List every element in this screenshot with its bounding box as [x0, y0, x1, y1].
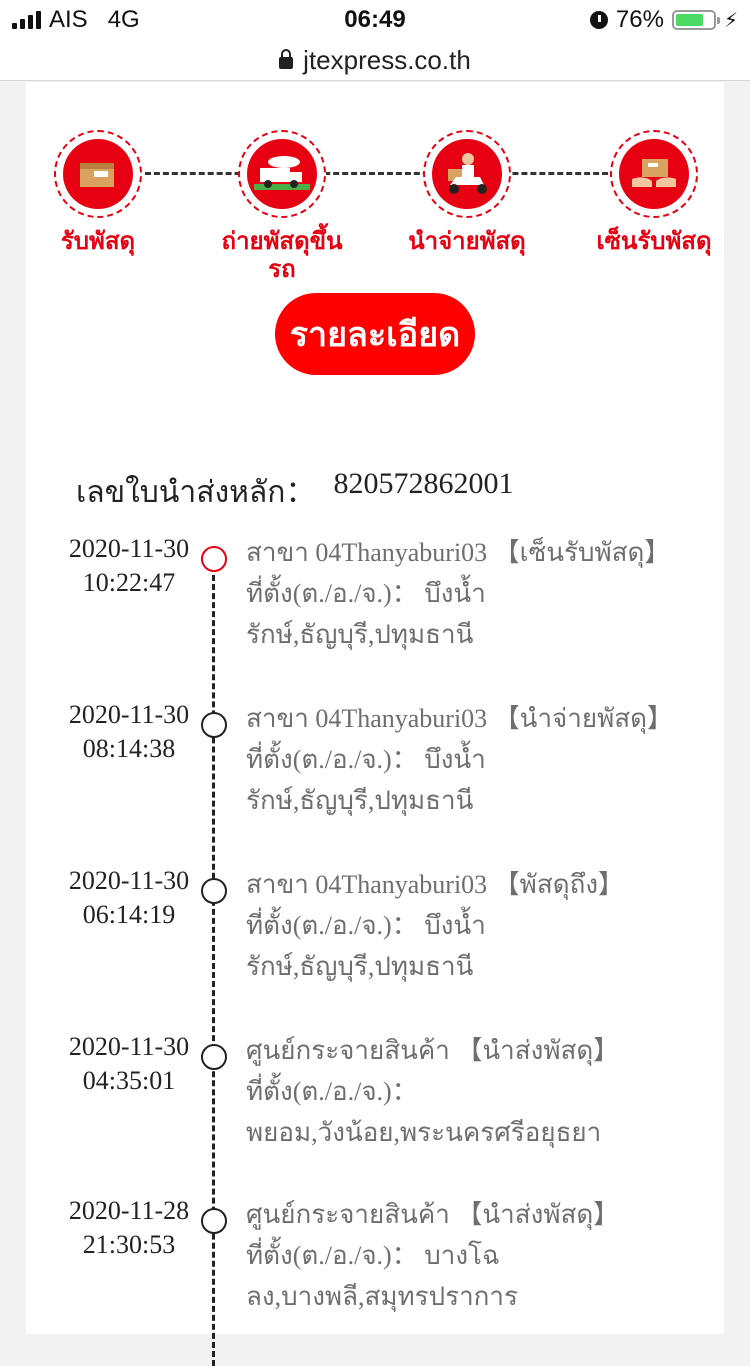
alarm-icon	[589, 11, 608, 29]
event-time: 21:30:53	[82, 1230, 176, 1259]
event-datetime: 2020-11-30 08:14:38	[54, 698, 204, 766]
step-label: ถ่ายพัสดุขึ้นรถ	[221, 228, 343, 283]
step-delivering: นำจ่ายพัสดุ	[392, 130, 542, 256]
main-tracking-value: 820572862001	[333, 467, 514, 500]
url-text: jtexpress.co.th	[303, 44, 471, 75]
main-tracking-number: เลขใบนำส่งหลัก： 820572862001	[76, 467, 513, 516]
step-label: เซ็นรับพัสดุ	[596, 228, 712, 255]
step-label: รับพัสดุ	[60, 228, 136, 255]
event-status: สาขา 04Thanyaburi03 【เซ็นรับพัสดุ】	[246, 538, 671, 567]
timeline-dashed-line	[212, 566, 215, 1366]
tracking-card: รับพัสดุ ถ่ายพัสดุขึ้นรถ นำจ่ายพัสดุ เซ็…	[23, 82, 724, 1366]
event-date: 2020-11-30	[68, 866, 190, 895]
battery-icon	[671, 10, 720, 30]
status-right: 76% ⚡	[589, 6, 738, 34]
event-status: สาขา 04Thanyaburi03 【นำจ่ายพัสดุ】	[246, 704, 674, 733]
event-details: ศูนย์กระจายสินค้า 【นำส่งพัสดุ】 ที่ตั้ง(ต…	[246, 1194, 706, 1317]
event-datetime: 2020-11-28 21:30:53	[54, 1194, 204, 1262]
event-location: ที่ตั้ง(ต./อ./จ.)： บึงน้ำรักษ์,ธัญบุรี,ป…	[246, 579, 486, 649]
event-datetime: 2020-11-30 10:22:47	[54, 532, 204, 600]
event-location: ที่ตั้ง(ต./อ./จ.)： พยอม,วังน้อย,พระนครศร…	[246, 1077, 602, 1147]
event-time: 08:14:38	[82, 734, 176, 763]
timeline-dot-active	[201, 546, 227, 572]
handover-icon	[619, 139, 689, 209]
event-date: 2020-11-30	[68, 700, 190, 729]
event-details: สาขา 04Thanyaburi03 【พัสดุถึง】 ที่ตั้ง(ต…	[246, 864, 706, 987]
event-date: 2020-11-30	[68, 1032, 190, 1061]
event-status: สาขา 04Thanyaburi03 【พัสดุถึง】	[246, 870, 625, 899]
event-details: สาขา 04Thanyaburi03 【เซ็นรับพัสดุ】 ที่ตั…	[246, 532, 706, 655]
event-status: ศูนย์กระจายสินค้า 【นำส่งพัสดุ】	[246, 1200, 620, 1229]
event-time: 10:22:47	[82, 568, 176, 597]
event-datetime: 2020-11-30 04:35:01	[54, 1030, 204, 1098]
event-time: 04:35:01	[82, 1066, 176, 1095]
event-location: ที่ตั้ง(ต./อ./จ.)： บึงน้ำรักษ์,ธัญบุรี,ป…	[246, 911, 486, 981]
status-bar: AIS 4G 06:49 76% ⚡	[0, 0, 750, 40]
parcel-icon	[63, 139, 133, 209]
event-details: ศูนย์กระจายสินค้า 【นำส่งพัสดุ】 ที่ตั้ง(ต…	[246, 1030, 706, 1153]
timeline-dot	[201, 1044, 227, 1070]
lock-icon	[279, 49, 294, 69]
scooter-icon	[432, 139, 502, 209]
battery-percent: 76%	[615, 6, 664, 33]
step-loaded: ถ่ายพัสดุขึ้นรถ	[207, 130, 357, 284]
event-details: สาขา 04Thanyaburi03 【นำจ่ายพัสดุ】 ที่ตั้…	[246, 698, 706, 821]
timeline-dot	[201, 712, 227, 738]
event-time: 06:14:19	[82, 900, 176, 929]
truck-icon	[247, 139, 317, 209]
address-bar[interactable]: jtexpress.co.th	[0, 40, 750, 81]
timeline-dot	[201, 1208, 227, 1234]
timeline-dot	[201, 878, 227, 904]
event-location: ที่ตั้ง(ต./อ./จ.)： บึงน้ำรักษ์,ธัญบุรี,ป…	[246, 745, 486, 815]
step-label: นำจ่ายพัสดุ	[408, 228, 526, 255]
event-status: ศูนย์กระจายสินค้า 【นำส่งพัสดุ】	[246, 1036, 620, 1065]
main-tracking-label: เลขใบนำส่งหลัก：	[76, 476, 316, 509]
event-location: ที่ตั้ง(ต./อ./จ.)： บางโฉลง,บางพลี,สมุทรป…	[246, 1241, 518, 1311]
step-received: รับพัสดุ	[23, 130, 173, 256]
charging-icon: ⚡	[723, 9, 738, 32]
event-date: 2020-11-30	[68, 534, 190, 563]
details-button[interactable]: รายละเอียด	[275, 293, 475, 375]
event-datetime: 2020-11-30 06:14:19	[54, 864, 204, 932]
step-signed: เซ็นรับพัสดุ	[579, 130, 729, 256]
event-date: 2020-11-28	[68, 1196, 190, 1225]
